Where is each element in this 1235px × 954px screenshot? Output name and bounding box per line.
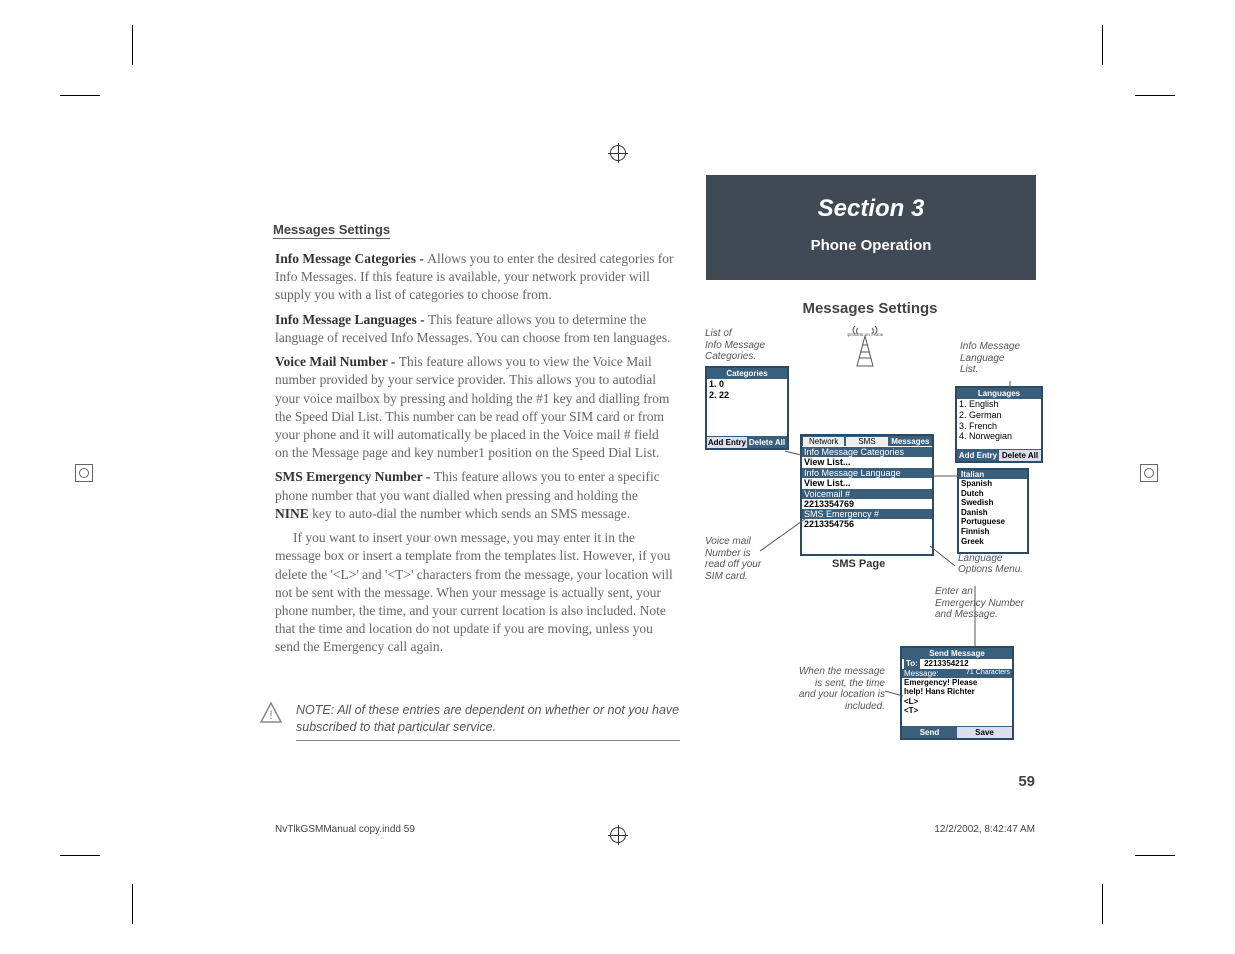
list-item: 3. French [957, 421, 1041, 432]
label-langlist: Info Message Language List. [960, 341, 1020, 376]
label-voicemail: Voice mail Number is read off your SIM c… [705, 536, 761, 582]
crop-mark [1102, 25, 1103, 65]
field-label: SMS Emergency # [802, 509, 932, 519]
tab-bar: Network SMS Messages [802, 436, 932, 446]
section-subtitle: Phone Operation [706, 237, 1036, 254]
save-button[interactable]: Save [957, 726, 1012, 738]
screen-lang-menu: Italian Spanish Dutch Swedish Danish Por… [957, 468, 1029, 554]
tower-icon: Dependent on Features [845, 326, 885, 375]
label-emergency: Enter an Emergency Number and Message. [935, 586, 1024, 621]
menu-item[interactable]: Greek [959, 537, 1027, 547]
menu-item[interactable]: Swedish [959, 498, 1027, 508]
sms-page-caption: SMS Page [832, 558, 885, 570]
crop-mark [1102, 884, 1103, 924]
crop-mark [1135, 95, 1175, 96]
delete-all-button[interactable]: Delete All [747, 436, 787, 448]
char-count: 71 Characters [966, 669, 1010, 678]
figures-area: List of Info Message Categories. Info Me… [705, 326, 1045, 806]
msg-body-line[interactable]: <L> [902, 697, 1012, 707]
para-sms-emergency: SMS Emergency Number - This feature allo… [275, 468, 675, 523]
screen-titlebar: Send Message [902, 648, 1012, 659]
registration-mark-icon [75, 464, 93, 482]
registration-mark-icon [610, 827, 626, 843]
msg-body-line[interactable]: Emergency! Please [902, 678, 1012, 688]
field-label: Voicemail # [802, 489, 932, 499]
section-title: Section 3 [706, 195, 1036, 223]
menu-item[interactable]: Finnish [959, 527, 1027, 537]
menu-item[interactable]: Italian [959, 470, 1027, 479]
to-value[interactable]: 2213354212 [922, 659, 971, 668]
svg-text:!: ! [269, 708, 272, 722]
para-voicemail: Voice Mail Number - This feature allows … [275, 353, 675, 462]
label-categories: List of Info Message Categories. [705, 328, 765, 363]
note-block: ! NOTE: All of these entries are depende… [260, 702, 680, 741]
list-item: 2. 22 [707, 390, 787, 401]
menu-item[interactable]: Spanish [959, 479, 1027, 489]
msg-label: Message: [904, 669, 939, 678]
screen-sms-page: Network SMS Messages Info Message Catego… [800, 434, 934, 556]
label-sent: When the message is sent, the time and y… [785, 666, 885, 712]
list-item: 2. German [957, 410, 1041, 421]
screen-titlebar: Languages [957, 388, 1041, 399]
add-entry-button[interactable]: Add Entry [957, 449, 999, 461]
menu-item[interactable]: Danish [959, 508, 1027, 518]
field-value[interactable]: View List... [802, 478, 932, 489]
term: Info Message Categories - [275, 251, 427, 266]
tab-network[interactable]: Network [802, 436, 845, 446]
list-item: 1. 0 [707, 379, 787, 390]
list-item: 1. English [957, 399, 1041, 410]
menu-item[interactable]: Dutch [959, 489, 1027, 499]
crop-mark [132, 25, 133, 65]
term: Info Message Languages - [275, 312, 428, 327]
para-message-notes: If you want to insert your own message, … [275, 529, 675, 657]
para-info-categories: Info Message Categories - Allows you to … [275, 250, 675, 305]
term: Voice Mail Number - [275, 354, 399, 369]
screen-titlebar: Categories [707, 368, 787, 379]
to-label: To: [904, 659, 920, 669]
registration-mark-icon [1140, 464, 1158, 482]
left-heading: Messages Settings [273, 222, 390, 239]
field-label: Info Message Language [802, 468, 932, 478]
menu-item[interactable]: Portuguese [959, 517, 1027, 527]
term-desc: This feature allows you to view the Voic… [275, 354, 669, 460]
footer-stamp: 12/2/2002, 8:42:47 AM [934, 824, 1035, 835]
footer-file: NvTlkGSMManual copy.indd 59 [275, 824, 415, 835]
send-button[interactable]: Send [902, 726, 957, 738]
crop-mark [132, 884, 133, 924]
body-column: Info Message Categories - Allows you to … [275, 250, 675, 663]
tab-sms[interactable]: SMS [845, 436, 888, 446]
crop-mark [60, 855, 100, 856]
field-label: Info Message Categories [802, 447, 932, 457]
screen-languages: Languages 1. English 2. German 3. French… [955, 386, 1043, 463]
field-value[interactable]: 2213354756 [802, 519, 932, 530]
tab-messages[interactable]: Messages [889, 436, 932, 446]
field-value[interactable]: 2213354769 [802, 499, 932, 510]
para-info-languages: Info Message Languages - This feature al… [275, 311, 675, 347]
svg-text:Dependent on Features: Dependent on Features [847, 333, 883, 338]
crop-mark [60, 95, 100, 96]
page-content: Section 3 Phone Operation Messages Setti… [130, 130, 1105, 810]
msg-body-line[interactable]: help! Hans Richter [902, 687, 1012, 697]
delete-all-button[interactable]: Delete All [999, 449, 1041, 461]
term-desc: key to auto-dial the number which sends … [309, 506, 630, 521]
msg-body-line[interactable]: <T> [902, 706, 1012, 716]
screen-categories: Categories 1. 0 2. 22 Add Entry Delete A… [705, 366, 789, 450]
term-inline: NINE [275, 506, 309, 521]
section-header-box: Section 3 Phone Operation [706, 175, 1036, 280]
warning-icon: ! [260, 702, 282, 724]
page-number: 59 [1018, 773, 1035, 790]
list-item: 4. Norwegian [957, 431, 1041, 442]
right-heading: Messages Settings [705, 300, 1035, 317]
term: SMS Emergency Number - [275, 469, 434, 484]
field-value[interactable]: View List... [802, 457, 932, 468]
crop-mark [1135, 855, 1175, 856]
screen-send-message: Send Message To: 2213354212 Message: 71 … [900, 646, 1014, 740]
note-text: NOTE: All of these entries are dependent… [296, 702, 680, 741]
add-entry-button[interactable]: Add Entry [707, 436, 747, 448]
